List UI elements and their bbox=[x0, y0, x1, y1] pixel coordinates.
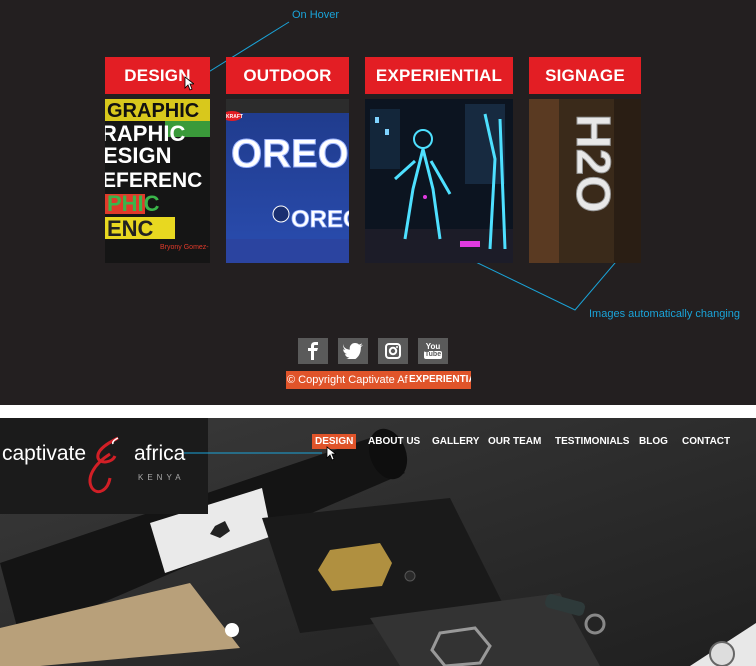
youtube-button[interactable]: You Tube bbox=[418, 338, 448, 364]
outdoor-image[interactable]: KRAFT OREO OREO bbox=[226, 99, 349, 263]
twitter-icon bbox=[343, 343, 363, 359]
tab-experiential-label: EXPERIENTIAL bbox=[375, 65, 503, 85]
twitter-button[interactable] bbox=[338, 338, 368, 364]
logo-text-right: africa bbox=[134, 442, 186, 465]
instagram-icon bbox=[385, 343, 401, 359]
design-word-1: GRAPHIC bbox=[107, 100, 199, 122]
design-word-6: ENC bbox=[107, 216, 154, 241]
design-word-5: PHIC bbox=[107, 191, 160, 216]
instagram-button[interactable] bbox=[378, 338, 408, 364]
oreo-large: OREO bbox=[231, 132, 349, 176]
nav-about-us[interactable]: ABOUT US bbox=[368, 434, 420, 449]
experiential-image[interactable] bbox=[365, 99, 513, 263]
logo-text-left: captivate bbox=[2, 442, 87, 465]
logo[interactable]: captivate africa KENYA bbox=[0, 418, 208, 514]
annotation-images-changing: Images automatically changing bbox=[589, 308, 741, 320]
design-image-art: GRAPHIC RAPHIC ESIGN EFERENC PHIC ENC Br… bbox=[105, 99, 210, 263]
signage-image-art: H2O bbox=[529, 99, 641, 263]
design-word-4: EFERENC bbox=[105, 169, 202, 192]
tab-design-label: DESIGN bbox=[124, 65, 191, 85]
design-word-3: ESIGN bbox=[105, 143, 171, 168]
tab-signage-label: SIGNAGE bbox=[545, 65, 625, 85]
tab-signage[interactable]: SIGNAGE bbox=[529, 57, 641, 94]
facebook-button[interactable] bbox=[298, 338, 328, 364]
logo-subtext: KENYA bbox=[138, 473, 185, 482]
nav-contact[interactable]: CONTACT bbox=[682, 434, 730, 449]
annotation-on-hover: On Hover bbox=[292, 9, 340, 21]
signage-text: H2O bbox=[566, 114, 619, 213]
nav-testimonials[interactable]: TESTIMONIALS bbox=[555, 434, 629, 449]
experiential-image-art bbox=[365, 99, 513, 263]
nav-gallery[interactable]: GALLERY bbox=[432, 434, 479, 449]
design-author: Bryony Gomez- bbox=[160, 244, 209, 251]
copyright-text: © Copyright Captivate Af bbox=[287, 374, 408, 386]
mouse-cursor-icon bbox=[184, 76, 194, 91]
logo-mark bbox=[88, 436, 119, 494]
youtube-icon-bottom: Tube bbox=[423, 351, 443, 359]
kraft-badge: KRAFT bbox=[226, 114, 243, 120]
website-header-preview: captivate africa KENYA DESIGN ABOUT US G… bbox=[0, 418, 756, 666]
copyright-bar: © Copyright Captivate Af EXPERIENTIAL bbox=[286, 371, 471, 389]
nav-cursor-icon bbox=[326, 446, 336, 461]
youtube-icon-top: You bbox=[425, 342, 441, 351]
copyright-overlap-label: EXPERIENTIAL bbox=[409, 374, 471, 385]
nav-blog[interactable]: BLOG bbox=[639, 434, 668, 449]
nav-our-team[interactable]: OUR TEAM bbox=[488, 434, 541, 449]
design-image[interactable]: GRAPHIC RAPHIC ESIGN EFERENC PHIC ENC Br… bbox=[105, 99, 210, 263]
facebook-icon bbox=[308, 342, 318, 360]
oreo-small: OREO bbox=[291, 206, 349, 233]
tab-outdoor[interactable]: OUTDOOR bbox=[226, 57, 349, 94]
youtube-icon: You Tube bbox=[423, 342, 443, 359]
tab-design[interactable]: DESIGN bbox=[105, 57, 210, 94]
category-section: On Hover Images automatically changing D… bbox=[0, 0, 756, 405]
tab-experiential[interactable]: EXPERIENTIAL bbox=[365, 57, 513, 94]
outdoor-image-art: KRAFT OREO OREO bbox=[226, 99, 349, 263]
tab-outdoor-label: OUTDOOR bbox=[243, 65, 332, 85]
signage-image[interactable]: H2O bbox=[529, 99, 641, 263]
